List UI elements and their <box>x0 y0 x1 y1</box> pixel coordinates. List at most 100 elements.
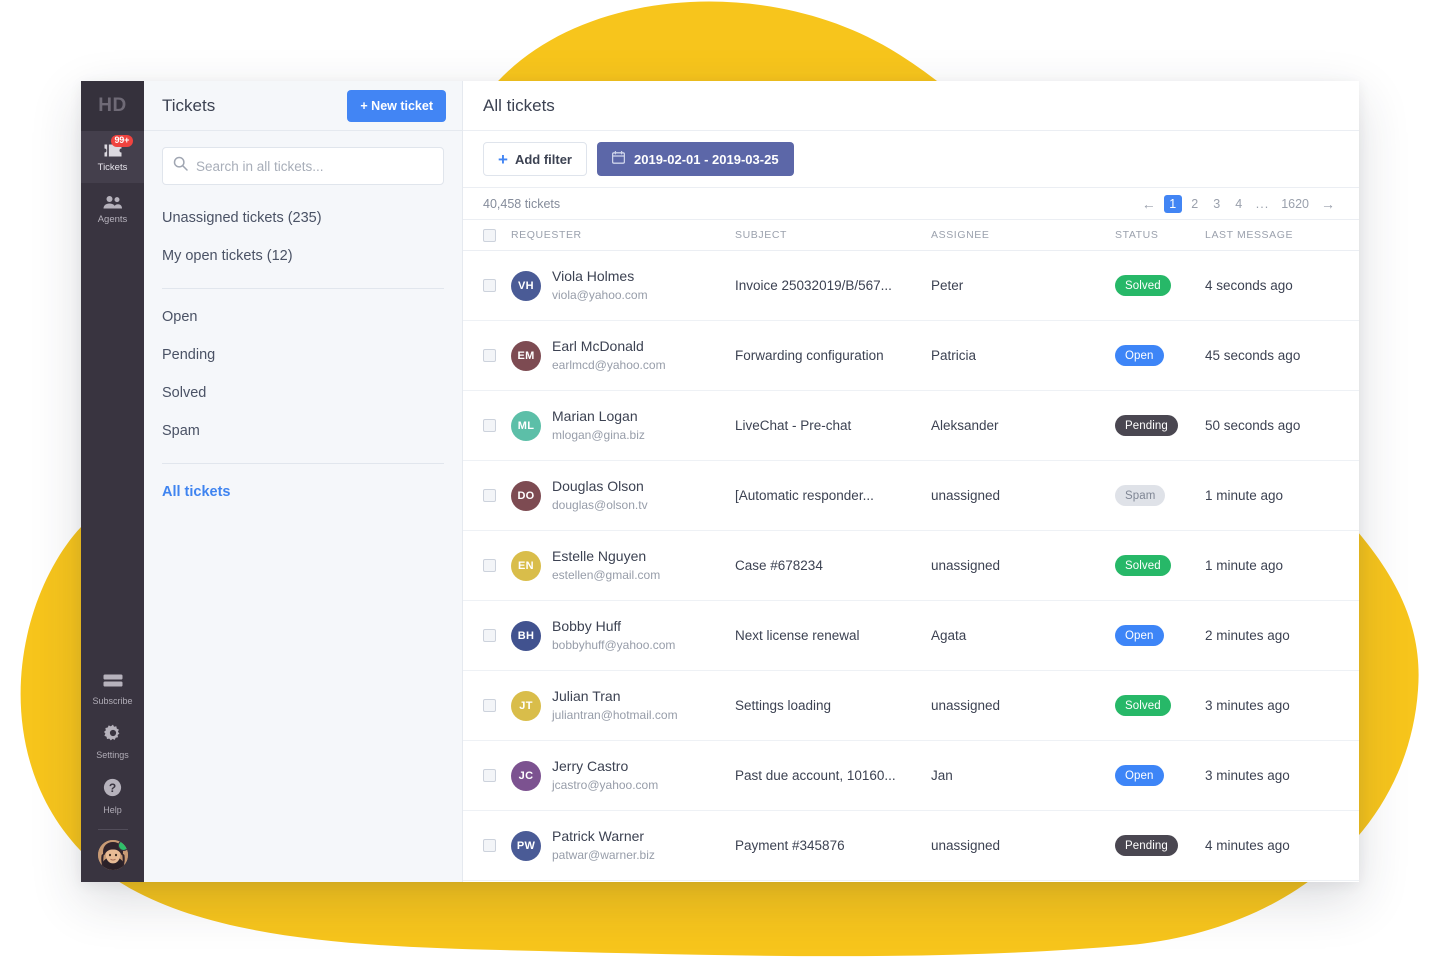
row-select-cell <box>483 699 511 712</box>
table-row[interactable]: JTJulian Tranjuliantran@hotmail.comSetti… <box>463 671 1359 741</box>
subject-cell[interactable]: Settings loading <box>735 698 931 713</box>
column-header-last-message[interactable]: LAST MESSAGE <box>1205 229 1339 241</box>
rail-item-subscribe[interactable]: Subscribe <box>81 665 144 715</box>
status-cell: Solved <box>1115 695 1205 716</box>
assignee-cell[interactable]: unassigned <box>931 838 1115 853</box>
pagination-next[interactable]: → <box>1317 195 1339 213</box>
status-badge: Open <box>1115 765 1164 786</box>
requester-avatar: BH <box>511 621 541 651</box>
row-checkbox[interactable] <box>483 629 496 642</box>
rail-item-help[interactable]: ? Help <box>81 769 144 824</box>
sidebar-item-all-tickets[interactable]: All tickets <box>162 473 444 511</box>
column-header-assignee[interactable]: ASSIGNEE <box>931 229 1115 241</box>
subject-cell[interactable]: LiveChat - Pre-chat <box>735 418 931 433</box>
rail-item-subscribe-label: Subscribe <box>92 697 132 706</box>
assignee-cell[interactable]: Peter <box>931 278 1115 293</box>
filter-toolbar: + Add filter 2019-02-01 - 2019-03-25 <box>463 131 1359 188</box>
assignee-cell[interactable]: Patricia <box>931 348 1115 363</box>
assignee-cell[interactable]: Aleksander <box>931 418 1115 433</box>
requester-email: juliantran@hotmail.com <box>552 708 678 722</box>
row-select-cell <box>483 839 511 852</box>
sidebar-item-my-open-tickets[interactable]: My open tickets (12) <box>162 237 444 275</box>
requester-name: Earl McDonald <box>552 338 644 354</box>
credit-card-icon <box>103 674 123 693</box>
table-row[interactable]: DODouglas Olsondouglas@olson.tv[Automati… <box>463 461 1359 531</box>
pagination-page-4[interactable]: 4 <box>1230 195 1248 213</box>
pagination-prev[interactable]: ← <box>1138 195 1160 213</box>
requester-email: douglas@olson.tv <box>552 498 648 512</box>
row-checkbox[interactable] <box>483 489 496 502</box>
subject-cell[interactable]: Invoice 25032019/B/567... <box>735 278 931 293</box>
requester-text: Jerry Castrojcastro@yahoo.com <box>552 758 658 794</box>
pagination-page-3[interactable]: 3 <box>1208 195 1226 213</box>
status-cell: Open <box>1115 765 1205 786</box>
column-header-requester[interactable]: REQUESTER <box>511 229 735 241</box>
main-panel: All tickets + Add filter <box>463 81 1359 882</box>
requester-cell: EMEarl McDonaldearlmcd@yahoo.com <box>511 338 735 374</box>
assignee-cell[interactable]: Agata <box>931 628 1115 643</box>
avatar[interactable] <box>98 840 128 870</box>
subject-cell[interactable]: [Automatic responder... <box>735 488 931 503</box>
page-title: All tickets <box>483 96 555 116</box>
table-row[interactable]: JCJerry Castrojcastro@yahoo.comPast due … <box>463 741 1359 811</box>
subject-cell[interactable]: Past due account, 10160... <box>735 768 931 783</box>
row-checkbox[interactable] <box>483 349 496 362</box>
row-checkbox[interactable] <box>483 699 496 712</box>
rail-item-tickets[interactable]: 99+ Tickets <box>81 131 144 183</box>
table-row[interactable]: VHViola Holmesviola@yahoo.comInvoice 250… <box>463 251 1359 321</box>
select-all-checkbox[interactable] <box>483 229 496 242</box>
rail-item-settings[interactable]: Settings <box>81 715 144 769</box>
row-checkbox[interactable] <box>483 559 496 572</box>
new-ticket-button[interactable]: + New ticket <box>347 90 446 122</box>
row-checkbox[interactable] <box>483 279 496 292</box>
table-row[interactable]: ENEstelle Nguyenestellen@gmail.comCase #… <box>463 531 1359 601</box>
rail-item-agents[interactable]: Agents <box>81 183 144 235</box>
assignee-cell[interactable]: unassigned <box>931 488 1115 503</box>
assignee-cell[interactable]: unassigned <box>931 558 1115 573</box>
requester-email: mlogan@gina.biz <box>552 428 645 442</box>
table-row[interactable]: EMEarl McDonaldearlmcd@yahoo.comForwardi… <box>463 321 1359 391</box>
subject-cell[interactable]: Forwarding configuration <box>735 348 931 363</box>
column-header-subject[interactable]: SUBJECT <box>735 229 931 241</box>
app-window: HD 99+ Tickets <box>81 81 1359 882</box>
status-cell: Pending <box>1115 415 1205 436</box>
assignee-cell[interactable]: unassigned <box>931 698 1115 713</box>
requester-email: earlmcd@yahoo.com <box>552 358 666 372</box>
column-header-status[interactable]: STATUS <box>1115 229 1205 241</box>
requester-name: Marian Logan <box>552 408 638 424</box>
search-box[interactable] <box>162 147 444 185</box>
pagination-page-1[interactable]: 1 <box>1164 195 1182 213</box>
table-row[interactable]: MLMarian Loganmlogan@gina.bizLiveChat - … <box>463 391 1359 461</box>
sidebar-item-spam[interactable]: Spam <box>162 412 444 450</box>
row-checkbox[interactable] <box>483 419 496 432</box>
requester-name: Douglas Olson <box>552 478 644 494</box>
last-message-cell: 4 seconds ago <box>1205 278 1339 293</box>
date-range-filter-button[interactable]: 2019-02-01 - 2019-03-25 <box>597 142 794 176</box>
sidebar-item-open[interactable]: Open <box>162 298 444 336</box>
rail-spacer <box>81 235 144 665</box>
app-logo: HD <box>81 81 144 131</box>
requester-text: Viola Holmesviola@yahoo.com <box>552 268 648 304</box>
row-checkbox[interactable] <box>483 769 496 782</box>
sidebar-item-pending[interactable]: Pending <box>162 336 444 374</box>
sidebar-item-solved[interactable]: Solved <box>162 374 444 412</box>
sidebar-item-unassigned-tickets[interactable]: Unassigned tickets (235) <box>162 199 444 237</box>
pagination-page-last[interactable]: 1620 <box>1277 195 1313 213</box>
subject-cell[interactable]: Payment #345876 <box>735 838 931 853</box>
table-header-row: REQUESTER SUBJECT ASSIGNEE STATUS LAST M… <box>463 220 1359 251</box>
requester-cell: JCJerry Castrojcastro@yahoo.com <box>511 758 735 794</box>
subject-cell[interactable]: Next license renewal <box>735 628 931 643</box>
subject-cell[interactable]: Case #678234 <box>735 558 931 573</box>
last-message-cell: 3 minutes ago <box>1205 698 1339 713</box>
table-row[interactable]: BHBobby Huffbobbyhuff@yahoo.comNext lice… <box>463 601 1359 671</box>
status-badge: Pending <box>1115 835 1178 856</box>
search-input[interactable] <box>196 159 433 174</box>
plus-icon: + <box>498 151 508 168</box>
requester-cell: ENEstelle Nguyenestellen@gmail.com <box>511 548 735 584</box>
row-checkbox[interactable] <box>483 839 496 852</box>
assignee-cell[interactable]: Jan <box>931 768 1115 783</box>
table-row[interactable]: PWPatrick Warnerpatwar@warner.bizPayment… <box>463 811 1359 881</box>
add-filter-button[interactable]: + Add filter <box>483 142 587 176</box>
requester-cell: MLMarian Loganmlogan@gina.biz <box>511 408 735 444</box>
pagination-page-2[interactable]: 2 <box>1186 195 1204 213</box>
